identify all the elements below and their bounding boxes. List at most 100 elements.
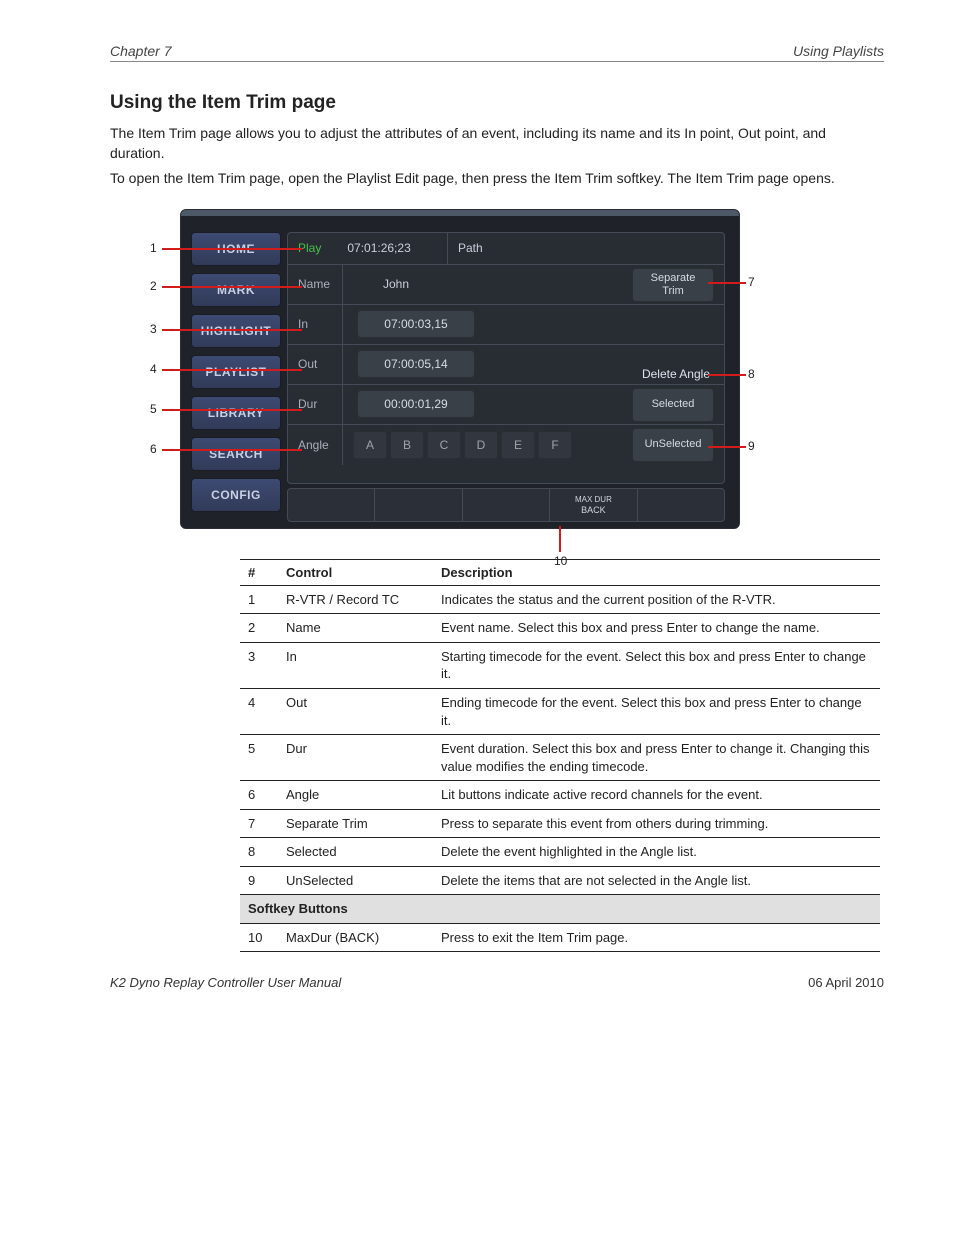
softkey-3[interactable] (463, 489, 550, 521)
separate-trim-button[interactable]: Separate Trim (632, 268, 714, 302)
softkey-back-text: BACK (581, 505, 606, 515)
angle-f-button[interactable]: F (538, 431, 572, 459)
softkey-5[interactable] (638, 489, 724, 521)
header-section: Using Playlists (793, 43, 884, 59)
table-row: 9UnSelectedDelete the items that are not… (240, 866, 880, 895)
cell-num: 2 (240, 614, 278, 643)
callout-6: 6 (150, 442, 157, 456)
cell-control: Angle (278, 781, 433, 810)
cell-num: 6 (240, 781, 278, 810)
softkey-2[interactable] (375, 489, 462, 521)
cell-num: 4 (240, 688, 278, 734)
softkey-maxdur-text: MAX DUR (575, 495, 612, 504)
unselected-button[interactable]: UnSelected (632, 428, 714, 462)
intro-paragraph-1: The Item Trim page allows you to adjust … (110, 124, 884, 163)
cell-control: R-VTR / Record TC (278, 585, 433, 614)
table-row: 6AngleLit buttons indicate active record… (240, 781, 880, 810)
name-value[interactable]: John (383, 277, 409, 291)
th-desc: Description (433, 559, 880, 585)
path-label: Path (458, 241, 483, 255)
cell-num: 7 (240, 809, 278, 838)
cell-control: Selected (278, 838, 433, 867)
cell-desc: Lit buttons indicate active record chann… (433, 781, 880, 810)
angle-e-button[interactable]: E (501, 431, 535, 459)
callout-5: 5 (150, 402, 157, 416)
status-topbar: Play 07:01:26;23 Path (288, 233, 724, 265)
cell-control: Separate Trim (278, 809, 433, 838)
cell-control: In (278, 642, 433, 688)
angle-d-button[interactable]: D (464, 431, 498, 459)
cell-control: Out (278, 688, 433, 734)
angle-row: Angle A B C D E F UnSelected (288, 425, 724, 465)
table-row: 4OutEnding timecode for the event. Selec… (240, 688, 880, 734)
dur-field[interactable]: 00:00:01,29 (357, 390, 475, 418)
table-row: 7Separate TrimPress to separate this eve… (240, 809, 880, 838)
callout-8: 8 (748, 367, 755, 381)
th-num: # (240, 559, 278, 585)
content-panel: Play 07:01:26;23 Path Name John Separate… (287, 232, 725, 484)
delete-angle-label: Delete Angle (642, 367, 710, 381)
table-row: 8SelectedDelete the event highlighted in… (240, 838, 880, 867)
sidebar: HOME MARK HIGHLIGHT PLAYLIST LIBRARY SEA… (191, 232, 281, 512)
cell-num: 5 (240, 735, 278, 781)
in-label: In (288, 305, 343, 344)
cell-num: 9 (240, 866, 278, 895)
cell-desc: Ending timecode for the event. Select th… (433, 688, 880, 734)
rvtr-timecode: 07:01:26;23 (347, 241, 410, 255)
callout-10: 10 (554, 554, 567, 568)
name-row: Name John Separate Trim (288, 265, 724, 305)
dur-row: Dur 00:00:01,29 Selected (288, 385, 724, 425)
cell-control: UnSelected (278, 866, 433, 895)
out-field[interactable]: 07:00:05,14 (357, 350, 475, 378)
cell-desc: Event duration. Select this box and pres… (433, 735, 880, 781)
cell-desc: Starting timecode for the event. Select … (433, 642, 880, 688)
cell-control: Name (278, 614, 433, 643)
softkey-subheader: Softkey Buttons (240, 895, 880, 924)
table-row: 1R-VTR / Record TCIndicates the status a… (240, 585, 880, 614)
sidebar-playlist-button[interactable]: PLAYLIST (191, 355, 281, 389)
in-field[interactable]: 07:00:03,15 (357, 310, 475, 338)
controls-table: # Control Description 1R-VTR / Record TC… (240, 559, 880, 953)
path-cell: Path (448, 233, 724, 264)
angle-label: Angle (288, 425, 343, 465)
cell-desc: Press to exit the Item Trim page. (433, 923, 880, 952)
cell-desc: Delete the items that are not selected i… (433, 866, 880, 895)
cell-num: 8 (240, 838, 278, 867)
sidebar-highlight-button[interactable]: HIGHLIGHT (191, 314, 281, 348)
cell-num: 1 (240, 585, 278, 614)
out-label: Out (288, 345, 343, 384)
softkey-maxdur-back[interactable]: MAX DUR BACK (550, 489, 637, 521)
table-row: 5DurEvent duration. Select this box and … (240, 735, 880, 781)
callout-9: 9 (748, 439, 755, 453)
footer-right: 06 April 2010 (808, 975, 884, 990)
section-title: Using the Item Trim page (110, 92, 884, 114)
angle-a-button[interactable]: A (353, 431, 387, 459)
angle-b-button[interactable]: B (390, 431, 424, 459)
cell-num: 3 (240, 642, 278, 688)
sidebar-library-button[interactable]: LIBRARY (191, 396, 281, 430)
cell-num: 10 (240, 923, 278, 952)
table-row: 10MaxDur (BACK)Press to exit the Item Tr… (240, 923, 880, 952)
cell-desc: Press to separate this event from others… (433, 809, 880, 838)
selected-button[interactable]: Selected (632, 388, 714, 422)
sidebar-mark-button[interactable]: MARK (191, 273, 281, 307)
cell-desc: Indicates the status and the current pos… (433, 585, 880, 614)
callout-4: 4 (150, 362, 157, 376)
intro-paragraph-2: To open the Item Trim page, open the Pla… (110, 169, 884, 189)
name-label: Name (288, 265, 343, 304)
cell-control: MaxDur (BACK) (278, 923, 433, 952)
sidebar-config-button[interactable]: CONFIG (191, 478, 281, 512)
in-row: In 07:00:03,15 (288, 305, 724, 345)
rvtr-status-cell: Play 07:01:26;23 (288, 233, 448, 264)
sidebar-search-button[interactable]: SEARCH (191, 437, 281, 471)
callout-3: 3 (150, 322, 157, 336)
table-row: 2NameEvent name. Select this box and pre… (240, 614, 880, 643)
softkey-bar: MAX DUR BACK (287, 488, 725, 522)
angle-c-button[interactable]: C (427, 431, 461, 459)
callout-1: 1 (150, 241, 157, 255)
callout-2: 2 (150, 279, 157, 293)
footer-left: K2 Dyno Replay Controller User Manual (110, 975, 341, 990)
header-chapter: Chapter 7 (110, 43, 171, 59)
softkey-1[interactable] (288, 489, 375, 521)
cell-desc: Delete the event highlighted in the Angl… (433, 838, 880, 867)
